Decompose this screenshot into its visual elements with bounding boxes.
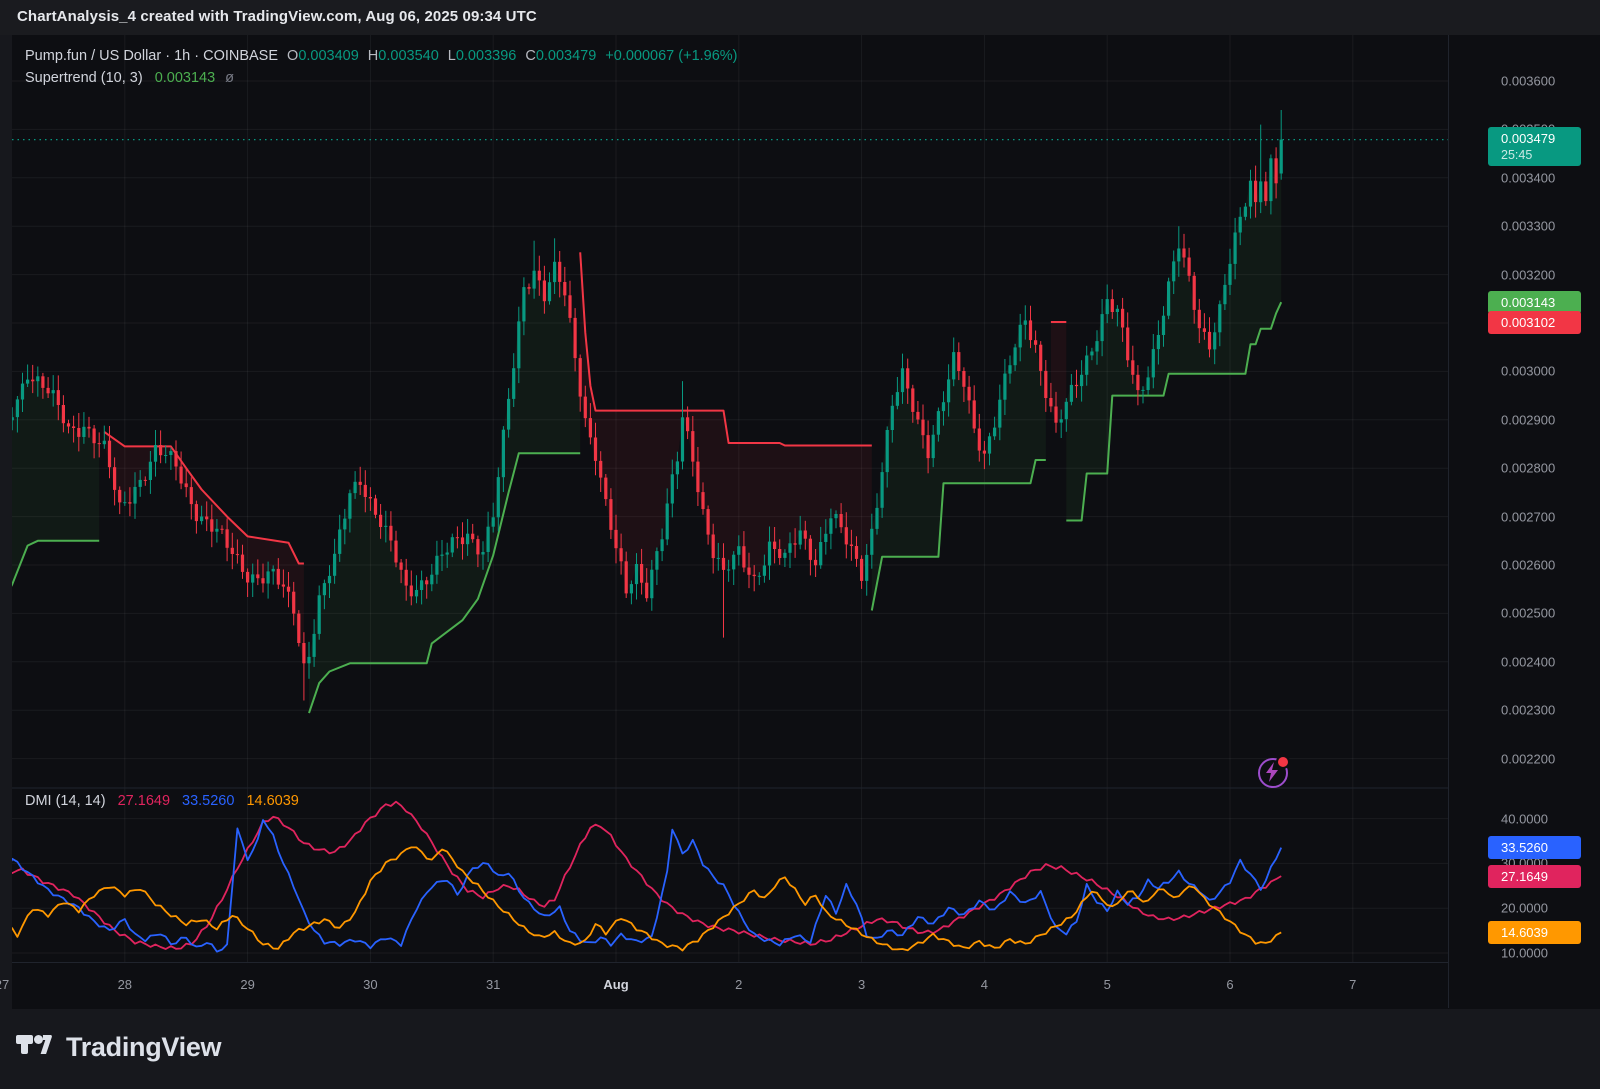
tradingview-logo-text[interactable]: TradingView xyxy=(66,1032,221,1063)
axis-price-label: 0.002500 xyxy=(1501,606,1555,621)
axis-time-label: 31 xyxy=(486,977,500,992)
price-badge: 33.5260 xyxy=(1488,836,1581,859)
price-badge: 14.6039 xyxy=(1488,921,1581,944)
axis-time-label: 7 xyxy=(1349,977,1356,992)
axis-price-label: 0.002300 xyxy=(1501,703,1555,718)
page-title: ChartAnalysis_4 created with TradingView… xyxy=(17,8,537,25)
axis-price-label: 0.002900 xyxy=(1501,412,1555,427)
high-label: H xyxy=(368,48,378,64)
axis-price-label: 0.002600 xyxy=(1501,558,1555,573)
price-badge: 27.1649 xyxy=(1488,865,1581,888)
axis-time-label: 6 xyxy=(1226,977,1233,992)
symbol-title[interactable]: Pump.fun / US Dollar · 1h · COINBASE xyxy=(25,48,278,64)
dmi-adx-value: 27.1649 xyxy=(118,793,170,809)
tradingview-logo-icon[interactable] xyxy=(16,1034,60,1064)
supertrend-label[interactable]: Supertrend (10, 3) xyxy=(25,70,143,86)
high-value: 0.003540 xyxy=(378,48,438,64)
axis-price-label: 0.003200 xyxy=(1501,267,1555,282)
axis-time-label: Aug xyxy=(603,977,628,992)
hide-icon[interactable]: ø xyxy=(225,70,234,86)
axis-price-label: 0.002200 xyxy=(1501,751,1555,766)
low-label: L xyxy=(448,48,456,64)
axis-price-label: 0.002800 xyxy=(1501,461,1555,476)
open-label: O xyxy=(287,48,298,64)
axis-price-label: 10.0000 xyxy=(1501,946,1548,961)
dmi-minus-di-value: 14.6039 xyxy=(246,793,298,809)
axis-time-label: 27 xyxy=(0,977,9,992)
axis-time-label: 28 xyxy=(118,977,132,992)
titlebar: ChartAnalysis_4 created with TradingView… xyxy=(0,0,1600,35)
axis-price-label: 0.003300 xyxy=(1501,219,1555,234)
axis-time-label: 29 xyxy=(240,977,254,992)
axis-price-label: 0.003600 xyxy=(1501,74,1555,89)
dmi-label[interactable]: DMI (14, 14) xyxy=(25,793,106,809)
symbol-legend[interactable]: Pump.fun / US Dollar · 1h · COINBASEO0.0… xyxy=(25,45,738,89)
price-axis[interactable]: 0.0036000.0035000.0034000.0033000.003200… xyxy=(1448,35,1600,1008)
close-label: C xyxy=(525,48,535,64)
price-badge: 0.003102 xyxy=(1488,311,1581,334)
symbol-row[interactable]: Pump.fun / US Dollar · 1h · COINBASEO0.0… xyxy=(25,45,738,67)
axis-price-label: 0.002400 xyxy=(1501,654,1555,669)
price-chart-canvas[interactable] xyxy=(12,35,1448,1008)
axis-time-label: 30 xyxy=(363,977,377,992)
footer: TradingView xyxy=(0,1008,1600,1089)
axis-price-label: 0.003400 xyxy=(1501,170,1555,185)
supertrend-row[interactable]: Supertrend (10, 3) 0.003143 ø xyxy=(25,67,738,89)
low-value: 0.003396 xyxy=(456,48,516,64)
dmi-plus-di-value: 33.5260 xyxy=(182,793,234,809)
axis-price-label: 40.0000 xyxy=(1501,811,1548,826)
price-badge: 0.00347925:45 xyxy=(1488,127,1581,166)
axis-time-label: 4 xyxy=(981,977,988,992)
dmi-legend[interactable]: DMI (14, 14) 27.1649 33.5260 14.6039 xyxy=(25,793,299,809)
time-axis[interactable]: 2728293031Aug2345678 xyxy=(12,962,1600,1009)
axis-time-label: 3 xyxy=(858,977,865,992)
axis-time-label: 2 xyxy=(735,977,742,992)
open-value: 0.003409 xyxy=(298,48,358,64)
axis-time-label: 5 xyxy=(1104,977,1111,992)
close-value: 0.003479 xyxy=(536,48,596,64)
change-value: +0.000067 (+1.96%) xyxy=(605,48,737,64)
boost-button[interactable] xyxy=(1258,758,1288,788)
axis-price-label: 0.003000 xyxy=(1501,364,1555,379)
axis-price-label: 20.0000 xyxy=(1501,901,1548,916)
supertrend-value: 0.003143 xyxy=(155,70,215,86)
chart-panel: Pump.fun / US Dollar · 1h · COINBASEO0.0… xyxy=(12,35,1600,1008)
notification-dot xyxy=(1276,755,1290,769)
axis-price-label: 0.002700 xyxy=(1501,509,1555,524)
